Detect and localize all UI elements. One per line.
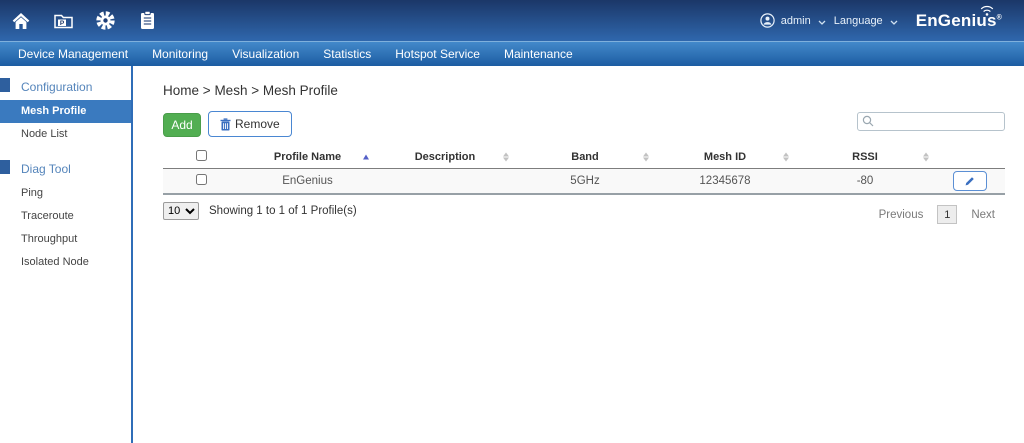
registered-mark: ® <box>997 14 1002 21</box>
settings-gear-icon[interactable] <box>94 10 116 32</box>
nav-maintenance[interactable]: Maintenance <box>492 47 585 61</box>
column-header-description[interactable]: Description <box>375 146 515 168</box>
results-summary: Showing 1 to 1 of 1 Profile(s) <box>209 205 357 217</box>
profiles-table: Profile Name Description Band Mesh ID RS… <box>163 146 1005 195</box>
cell-profile-name: EnGenius <box>240 175 375 187</box>
sidebar: Configuration Mesh Profile Node List Dia… <box>0 66 133 443</box>
sidebar-item-traceroute[interactable]: Traceroute <box>0 205 131 228</box>
section-marker <box>0 160 10 174</box>
sidebar-item-mesh-profile[interactable]: Mesh Profile <box>0 100 131 123</box>
user-menu[interactable]: admin <box>781 15 811 27</box>
nav-visualization[interactable]: Visualization <box>220 47 311 61</box>
column-header-band[interactable]: Band <box>515 146 655 168</box>
sort-both-icon <box>503 153 509 162</box>
column-header-rssi[interactable]: RSSI <box>795 146 935 168</box>
sidebar-item-node-list[interactable]: Node List <box>0 123 131 146</box>
sort-both-icon <box>783 153 789 162</box>
breadcrumb-separator: > <box>203 83 211 98</box>
sort-asc-icon <box>363 155 369 160</box>
main-panel: Home > Mesh > Mesh Profile Add <box>133 66 1024 443</box>
sidebar-item-ping[interactable]: Ping <box>0 182 131 205</box>
column-header-mesh-id[interactable]: Mesh ID <box>655 146 795 168</box>
pagination: Previous 1 Next <box>879 202 995 224</box>
nav-hotspot-service[interactable]: Hotspot Service <box>383 47 492 61</box>
floorplan-folder-icon[interactable]: P <box>52 10 74 32</box>
search-input[interactable] <box>857 112 1005 131</box>
column-header-profile-name[interactable]: Profile Name <box>240 146 375 168</box>
breadcrumb-separator: > <box>251 83 259 98</box>
breadcrumb-mesh[interactable]: Mesh <box>214 83 247 98</box>
sidebar-section-diag-tool: Diag Tool <box>0 158 131 182</box>
nav-device-management[interactable]: Device Management <box>18 47 140 61</box>
topbar: P admi <box>0 0 1024 41</box>
remove-button[interactable]: Remove <box>208 111 292 137</box>
cell-mesh-id: 12345678 <box>655 175 795 187</box>
cell-rssi: -80 <box>795 175 935 187</box>
search-icon <box>862 115 874 127</box>
section-marker <box>0 78 10 92</box>
previous-page-button[interactable]: Previous <box>879 209 924 221</box>
svg-text:P: P <box>59 20 64 27</box>
table-header-row: Profile Name Description Band Mesh ID RS… <box>163 146 1005 169</box>
engenius-logo: EnGenius® <box>916 11 1010 31</box>
add-button[interactable]: Add <box>163 113 201 137</box>
trash-icon <box>220 118 231 131</box>
sort-both-icon <box>643 153 649 162</box>
page-size-select[interactable]: 10 <box>163 202 199 220</box>
pencil-icon <box>964 175 976 187</box>
nav-monitoring[interactable]: Monitoring <box>140 47 220 61</box>
user-account-icon <box>760 13 775 28</box>
chevron-down-icon <box>818 16 826 28</box>
wifi-arcs-icon <box>977 4 997 16</box>
clipboard-icon[interactable] <box>136 10 158 32</box>
breadcrumb: Home > Mesh > Mesh Profile <box>163 83 1024 98</box>
breadcrumb-home[interactable]: Home <box>163 83 199 98</box>
sort-both-icon <box>923 153 929 162</box>
sidebar-item-throughput[interactable]: Throughput <box>0 228 131 251</box>
cell-band: 5GHz <box>515 175 655 187</box>
chevron-down-icon <box>890 16 898 28</box>
page-number-button[interactable]: 1 <box>937 205 957 224</box>
sidebar-item-isolated-node[interactable]: Isolated Node <box>0 251 131 274</box>
remove-button-label: Remove <box>235 117 280 131</box>
nav-statistics[interactable]: Statistics <box>311 47 383 61</box>
edit-button[interactable] <box>953 171 987 191</box>
language-menu[interactable]: Language <box>834 15 883 27</box>
main-nav: Device Management Monitoring Visualizati… <box>0 41 1024 66</box>
breadcrumb-mesh-profile[interactable]: Mesh Profile <box>263 83 338 98</box>
sidebar-section-configuration: Configuration <box>0 76 131 100</box>
next-page-button[interactable]: Next <box>971 209 995 221</box>
select-all-checkbox[interactable] <box>196 150 207 161</box>
home-icon[interactable] <box>10 10 32 32</box>
table-row: EnGenius 5GHz 12345678 -80 <box>163 169 1005 195</box>
row-checkbox[interactable] <box>196 174 207 185</box>
